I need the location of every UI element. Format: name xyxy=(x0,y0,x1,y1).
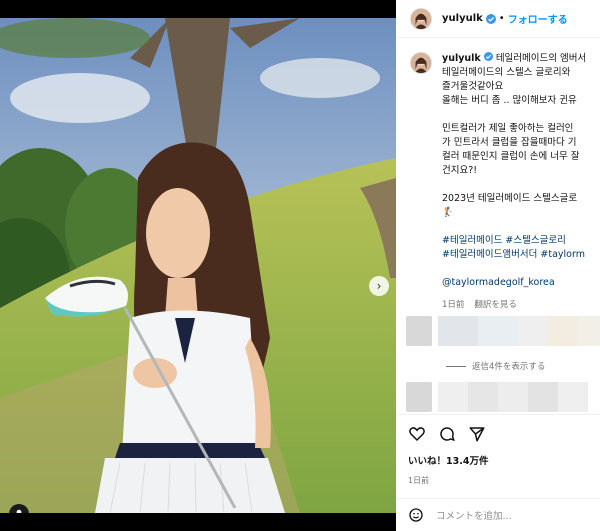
post-date: 1日前 xyxy=(408,476,430,485)
avatar[interactable] xyxy=(410,7,432,30)
blurred-comment xyxy=(406,316,600,346)
caption-line: 2023년 테일러메이드 스텔스글로 xyxy=(442,193,578,204)
caption-line: 컬러 때문인지 클럽이 손에 너무 잘 xyxy=(442,151,580,162)
comment-icon[interactable] xyxy=(438,425,456,443)
verified-badge-icon xyxy=(485,13,496,24)
next-photo-button[interactable]: › xyxy=(369,276,389,296)
verified-badge-icon xyxy=(483,52,493,61)
time-ago: 1日前 xyxy=(442,300,465,310)
caption-line: 테일러메이드의 스텔스 글로리와 xyxy=(442,67,571,78)
post-header: yulyulk • フォローする xyxy=(396,0,600,38)
hashtag-link[interactable]: #테일러메이드앰버서더 #taylorm xyxy=(442,249,585,260)
username[interactable]: yulyulk xyxy=(442,13,483,24)
caption-line: 건지요?! xyxy=(442,165,478,176)
comment-bar: コメントを追加... xyxy=(396,498,600,531)
golfer-emoji: 🏌 xyxy=(442,207,454,218)
view-replies-label[interactable]: 返信4件を表示する xyxy=(472,360,545,372)
user-tag-icon xyxy=(16,509,22,513)
action-bar: いいね！13.4万件 1日前 xyxy=(396,414,600,486)
divider xyxy=(446,365,466,367)
emoji-icon[interactable] xyxy=(408,507,424,523)
mention-link[interactable]: @taylormadegolf_korea xyxy=(442,277,555,288)
separator-dot: • xyxy=(498,13,505,24)
blurred-comment xyxy=(406,382,588,412)
caption-line: 가 민트라서 클럽을 잡을때마다 기 xyxy=(442,137,577,148)
post-photo[interactable]: › xyxy=(0,18,396,513)
translate-link[interactable]: 翻訳を見る xyxy=(474,298,517,310)
caption-line: 올해는 버디 좀 .. 많이해보자 귄유 xyxy=(442,95,577,106)
chevron-right-icon: › xyxy=(376,279,382,293)
caption-username[interactable]: yulyulk xyxy=(442,53,481,64)
post-side-panel: yulyulk • フォローする yulyulk 테일러메이드의 엠버서 테일러… xyxy=(396,0,600,531)
post-viewer: › yulyulk • フォローする yulyulk 테일러메이드의 엠버서 테… xyxy=(0,0,600,531)
send-icon[interactable] xyxy=(468,425,486,443)
caption-line: 테일러메이드의 엠버서 xyxy=(495,53,587,64)
caption-line: 즐거울것같아요 xyxy=(442,81,504,92)
caption-line: 민트컬러가 제일 좋아하는 컬러인 xyxy=(442,123,574,134)
like-count[interactable]: いいね！13.4万件 xyxy=(408,453,600,467)
view-replies-button[interactable]: 返信4件を表示する xyxy=(446,360,545,372)
heart-icon[interactable] xyxy=(408,425,426,443)
caption-block: yulyulk 테일러메이드의 엠버서 테일러메이드의 스텔스 글로리와 즐거울… xyxy=(396,38,600,310)
hashtag-link[interactable]: #테일러메이드 #스텔스글로리 xyxy=(442,235,566,246)
comment-input[interactable]: コメントを追加... xyxy=(436,508,512,522)
follow-button[interactable]: フォローする xyxy=(508,11,568,26)
caption-text: yulyulk 테일러메이드의 엠버서 테일러메이드의 스텔스 글로리와 즐거울… xyxy=(442,52,586,290)
golfer-photo xyxy=(0,18,396,513)
caption-avatar[interactable] xyxy=(410,52,432,74)
